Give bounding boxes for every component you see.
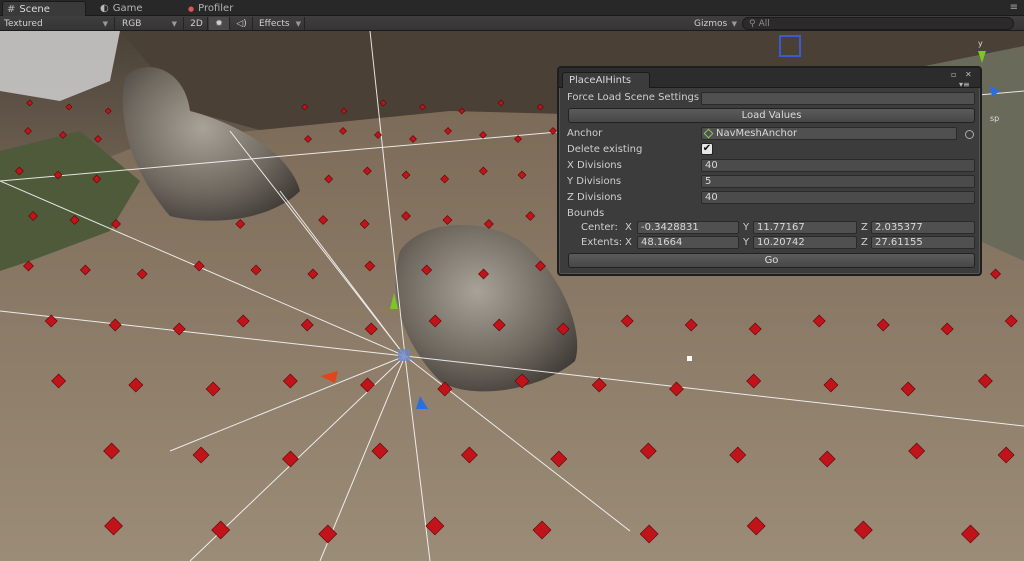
x-divisions-label: X Divisions: [567, 160, 622, 171]
sky-dome: [0, 31, 120, 101]
2d-toggle-button[interactable]: 2D: [186, 17, 208, 30]
sun-icon: ✹: [215, 18, 223, 29]
gizmo-y-label: y: [978, 39, 983, 48]
scene-search-input[interactable]: ⚲ All: [742, 17, 1014, 30]
chevron-down-icon: ▼: [171, 19, 177, 28]
z-divisions-field[interactable]: 40: [701, 191, 975, 204]
effects-label: Effects: [259, 18, 290, 29]
grid-icon: #: [7, 3, 16, 15]
tab-profiler[interactable]: ● Profiler: [184, 1, 264, 16]
object-picker-icon[interactable]: [965, 130, 974, 139]
extents-y-field[interactable]: 10.20742: [753, 236, 857, 249]
ai-hint-marker: [26, 99, 34, 107]
window-tab[interactable]: PlaceAIHints: [562, 72, 650, 88]
window-header: PlaceAIHints ▫ ✕ ▾≡: [559, 68, 980, 89]
close-icon[interactable]: ✕: [965, 70, 972, 79]
extents-z-axis-label: Z: [861, 237, 868, 248]
center-z-axis-label: Z: [861, 222, 868, 233]
x-divisions-field[interactable]: 40: [701, 159, 975, 172]
extents-label: Extents:: [581, 237, 623, 248]
chevron-down-icon: ▼: [731, 19, 737, 28]
ai-hint-marker: [65, 103, 73, 111]
force-load-label: Force Load Scene Settings: [567, 92, 700, 103]
load-values-button[interactable]: Load Values: [568, 108, 975, 123]
maximize-icon[interactable]: ▫: [951, 70, 956, 79]
persp-label: sp: [990, 114, 1000, 123]
anchor-label: Anchor: [567, 128, 603, 139]
extents-x-field[interactable]: 48.1664: [637, 236, 739, 249]
lighting-toggle-button[interactable]: ✹: [209, 17, 230, 30]
y-divisions-label: Y Divisions: [567, 176, 622, 187]
gameobject-icon: [703, 128, 714, 139]
anchor-value: NavMeshAnchor: [716, 128, 798, 139]
tab-profiler-label: Profiler: [198, 3, 234, 14]
tab-scene[interactable]: # Scene: [2, 1, 86, 16]
center-z-field[interactable]: 2.035377: [871, 221, 975, 234]
go-button[interactable]: Go: [568, 253, 975, 268]
gizmos-label: Gizmos: [694, 18, 728, 29]
speaker-icon: ◁): [236, 18, 247, 29]
record-dot-icon: ●: [188, 4, 195, 13]
center-x-field[interactable]: -0.3428831: [637, 221, 739, 234]
anchor-object-field[interactable]: NavMeshAnchor: [701, 127, 957, 140]
search-icon: ⚲: [749, 18, 756, 29]
render-mode-dropdown[interactable]: Textured ▼: [0, 17, 115, 30]
scene-toolbar: Textured ▼ RGB ▼ 2D ✹ ◁) Effects ▼ Gizmo…: [0, 16, 1024, 31]
checkmark-icon: ✔: [702, 143, 712, 154]
gizmos-dropdown[interactable]: Gizmos ▼: [690, 17, 740, 30]
load-values-label: Load Values: [741, 110, 802, 121]
editor-tab-strip: # Scene ◐ Game ● Profiler ≡: [0, 0, 1024, 16]
z-divisions-label: Z Divisions: [567, 192, 622, 203]
ai-hint-marker: [94, 135, 102, 143]
tab-game-label: Game: [112, 3, 143, 14]
bounds-label: Bounds: [567, 208, 605, 219]
audio-toggle-button[interactable]: ◁): [231, 17, 253, 30]
chevron-down-icon: ▼: [295, 19, 301, 28]
effects-dropdown[interactable]: Effects ▼: [255, 17, 305, 30]
2d-toggle-label: 2D: [190, 18, 203, 29]
ai-hint-marker: [104, 107, 112, 115]
tab-scene-label: Scene: [19, 3, 50, 15]
color-mode-dropdown[interactable]: RGB ▼: [118, 17, 184, 30]
search-placeholder: All: [758, 18, 770, 29]
force-load-field[interactable]: [701, 92, 975, 105]
window-title: PlaceAIHints: [569, 75, 632, 86]
pacman-icon: ◐: [100, 3, 109, 14]
extents-y-axis-label: Y: [743, 237, 750, 248]
center-y-axis-label: Y: [743, 222, 750, 233]
render-mode-value: Textured: [4, 18, 43, 29]
extents-z-field[interactable]: 27.61155: [871, 236, 975, 249]
tab-game[interactable]: ◐ Game: [96, 1, 176, 16]
delete-existing-label: Delete existing: [567, 144, 643, 155]
go-label: Go: [764, 255, 779, 266]
delete-existing-checkbox[interactable]: ✔: [701, 143, 713, 155]
center-y-field[interactable]: 11.77167: [753, 221, 857, 234]
chevron-down-icon: ▼: [102, 19, 108, 28]
center-x-axis-label: X: [625, 222, 632, 233]
tab-menu-icon[interactable]: ≡: [1010, 2, 1018, 13]
y-divisions-field[interactable]: 5: [701, 175, 975, 188]
center-label: Center:: [581, 222, 618, 233]
ai-hint-marker: [24, 127, 32, 135]
extents-x-axis-label: X: [625, 237, 632, 248]
place-ai-hints-window: PlaceAIHints ▫ ✕ ▾≡ Force Load Scene Set…: [557, 66, 982, 276]
window-menu-icon[interactable]: ▾≡: [959, 80, 970, 89]
color-mode-value: RGB: [122, 18, 142, 29]
